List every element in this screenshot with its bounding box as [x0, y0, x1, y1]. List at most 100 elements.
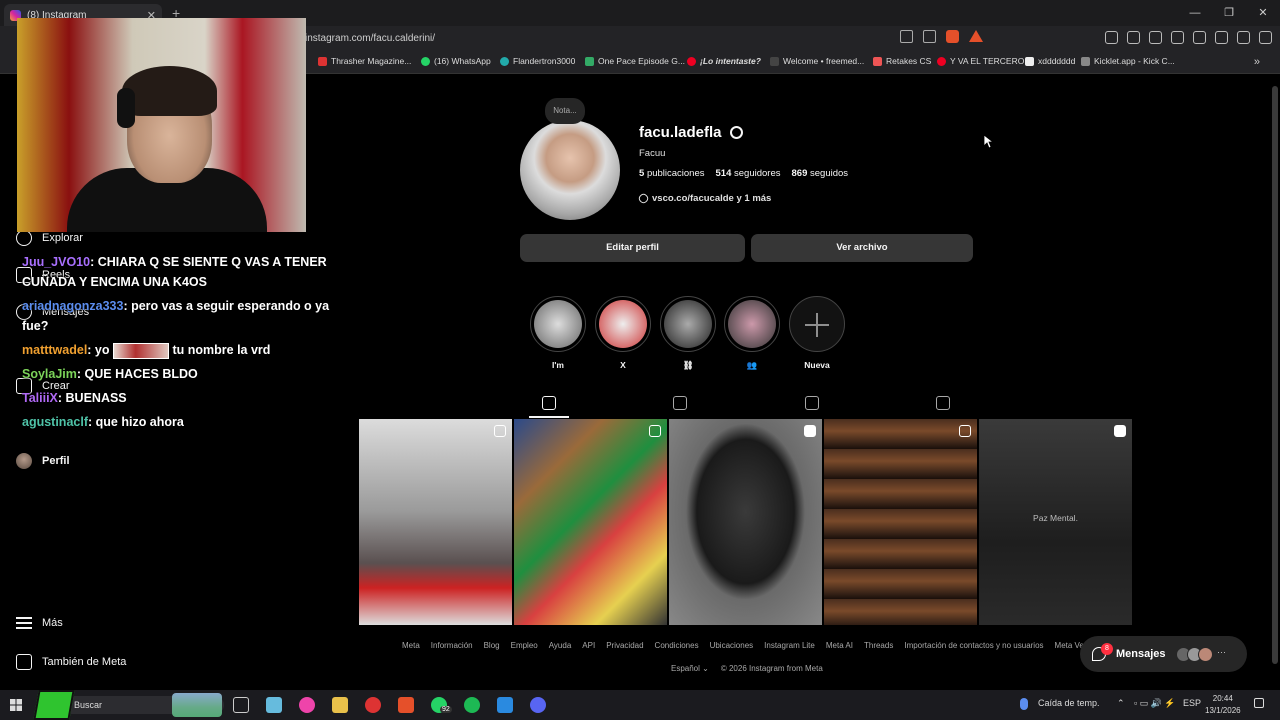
- footer-link[interactable]: Importación de contactos y no usuarios: [904, 641, 1043, 650]
- footer-link[interactable]: API: [582, 641, 595, 650]
- bookmark-item[interactable]: xddddddd: [1025, 56, 1075, 66]
- sidebar-toggle-icon[interactable]: [1171, 31, 1184, 44]
- followers-label: seguidores: [734, 168, 781, 179]
- webcam-overlay: [17, 18, 306, 232]
- bookmark-item[interactable]: Kicklet.app - Kick C...: [1081, 56, 1175, 66]
- microphone-icon[interactable]: [1020, 698, 1028, 710]
- brave-rewards-icon[interactable]: [969, 30, 983, 42]
- vpn-icon[interactable]: [1237, 31, 1250, 44]
- chat-text: : QUE HACES BLDO: [76, 367, 198, 381]
- bookmark-item[interactable]: Flandertron3000: [500, 56, 575, 66]
- app-icon[interactable]: [299, 697, 315, 713]
- notification-icon[interactable]: [1254, 698, 1264, 708]
- footer-link[interactable]: Meta AI: [826, 641, 853, 650]
- bookmark-item[interactable]: (16) WhatsApp: [421, 56, 491, 66]
- minimize-button[interactable]: —: [1178, 0, 1212, 26]
- wallet-icon[interactable]: [1193, 31, 1206, 44]
- post-thumbnail[interactable]: [514, 419, 667, 625]
- footer-link[interactable]: Información: [431, 641, 473, 650]
- screenshot-icon[interactable]: [1127, 31, 1140, 44]
- discord-icon[interactable]: [530, 697, 546, 713]
- post-thumbnail[interactable]: [824, 419, 977, 625]
- brave-shields-icon[interactable]: [946, 30, 959, 43]
- footer-link[interactable]: Condiciones: [655, 641, 699, 650]
- share-icon[interactable]: [923, 30, 936, 43]
- reels-tab-icon[interactable]: [673, 396, 687, 410]
- followers-stat[interactable]: 514 seguidores: [716, 168, 781, 179]
- footer-link[interactable]: Threads: [864, 641, 893, 650]
- bookmark-item[interactable]: ¡Lo intentaste?: [687, 56, 761, 66]
- vscode-icon[interactable]: [497, 697, 513, 713]
- sidebar-item-profile[interactable]: Perfil: [16, 453, 70, 469]
- post-thumbnail[interactable]: [669, 419, 822, 625]
- brave-icon[interactable]: [398, 697, 414, 713]
- extensions-icon[interactable]: [1105, 31, 1118, 44]
- carousel-icon: [959, 425, 971, 437]
- windows-start-icon[interactable]: [10, 699, 22, 711]
- carousel-icon: [649, 425, 661, 437]
- tray-chevron-icon[interactable]: ⌃: [1117, 698, 1125, 709]
- weather-text[interactable]: Caída de temp.: [1038, 698, 1100, 708]
- app2-icon[interactable]: [365, 697, 381, 713]
- url-field[interactable]: instagram.com/facu.calderini/: [305, 30, 435, 48]
- clock[interactable]: 20:44 13/1/2026: [1205, 693, 1241, 717]
- following-label: seguidos: [810, 168, 849, 179]
- task-view-icon[interactable]: [233, 697, 249, 713]
- folder-icon[interactable]: [332, 697, 348, 713]
- profile-picture[interactable]: [520, 120, 620, 220]
- grid-icon[interactable]: [542, 396, 556, 410]
- note-bubble[interactable]: Nota...: [545, 98, 585, 124]
- footer-link[interactable]: Empleo: [511, 641, 538, 650]
- scrollbar[interactable]: [1272, 86, 1278, 664]
- highlight-cover: [724, 296, 780, 352]
- story-highlight[interactable]: 👥: [724, 296, 780, 372]
- post-thumbnail[interactable]: Paz Mental.: [979, 419, 1132, 625]
- sidebar-item-explore[interactable]: Explorar: [16, 230, 83, 246]
- saved-icon[interactable]: [805, 396, 819, 410]
- bookmark-icon: [770, 56, 779, 66]
- new-highlight-button[interactable]: Nueva: [789, 296, 845, 372]
- leo-ai-icon[interactable]: [1215, 31, 1228, 44]
- chat-username: Juu_JVO10: [22, 255, 91, 269]
- view-archive-button[interactable]: Ver archivo: [751, 234, 973, 262]
- profile-link[interactable]: vsco.co/facucalde y 1 más: [637, 192, 771, 205]
- bookmark-item[interactable]: Retakes CS: [873, 56, 931, 66]
- sidebar-item-more[interactable]: Más: [16, 617, 63, 629]
- footer-link[interactable]: Ubicaciones: [710, 641, 754, 650]
- bookmark-item[interactable]: Thrasher Magazine...: [318, 56, 411, 66]
- menu-icon[interactable]: [1259, 31, 1272, 44]
- story-highlight[interactable]: I'm: [530, 296, 586, 372]
- chat-message: SoylaJim: QUE HACES BLDO: [22, 364, 352, 384]
- spotify-icon[interactable]: [464, 697, 480, 713]
- language-select[interactable]: Español ⌄: [671, 664, 709, 673]
- post-thumbnail[interactable]: [359, 419, 512, 625]
- bookmark-item[interactable]: Y VA EL TERCERO: [937, 56, 1024, 66]
- following-stat[interactable]: 869 seguidos: [792, 168, 849, 179]
- footer-link[interactable]: Blog: [484, 641, 500, 650]
- footer-link[interactable]: Ayuda: [549, 641, 572, 650]
- bookmarks-overflow-button[interactable]: »: [1254, 56, 1260, 68]
- edit-profile-button[interactable]: Editar perfil: [520, 234, 745, 262]
- footer-link[interactable]: Meta: [402, 641, 420, 650]
- footer-bottom: Español ⌄ © 2026 Instagram from Meta: [671, 664, 823, 673]
- plus-icon: [789, 296, 845, 352]
- music-icon[interactable]: [1149, 31, 1162, 44]
- footer-link[interactable]: Privacidad: [606, 641, 643, 650]
- highlight-label: X: [620, 360, 626, 370]
- cast-icon[interactable]: [900, 30, 913, 43]
- tagged-icon[interactable]: [936, 396, 950, 410]
- following-count: 869: [791, 168, 808, 179]
- profile-tabs: [359, 392, 1133, 418]
- footer-link[interactable]: Instagram Lite: [764, 641, 815, 650]
- bookmark-item[interactable]: Welcome • freemed...: [770, 56, 864, 66]
- gear-icon[interactable]: [729, 126, 743, 139]
- story-highlight[interactable]: X: [595, 296, 651, 372]
- sidebar-item-meta[interactable]: También de Meta: [16, 654, 126, 670]
- bookmark-item[interactable]: One Pace Episode G...: [585, 56, 685, 66]
- maximize-button[interactable]: ❐: [1212, 0, 1246, 26]
- tray-icons[interactable]: ▫ ▭ 🔊 ⚡: [1134, 698, 1176, 709]
- language-indicator[interactable]: ESP: [1183, 698, 1201, 708]
- store-icon[interactable]: [266, 697, 282, 713]
- close-window-button[interactable]: ✕: [1246, 0, 1280, 26]
- story-highlight[interactable]: ⛓: [660, 296, 716, 372]
